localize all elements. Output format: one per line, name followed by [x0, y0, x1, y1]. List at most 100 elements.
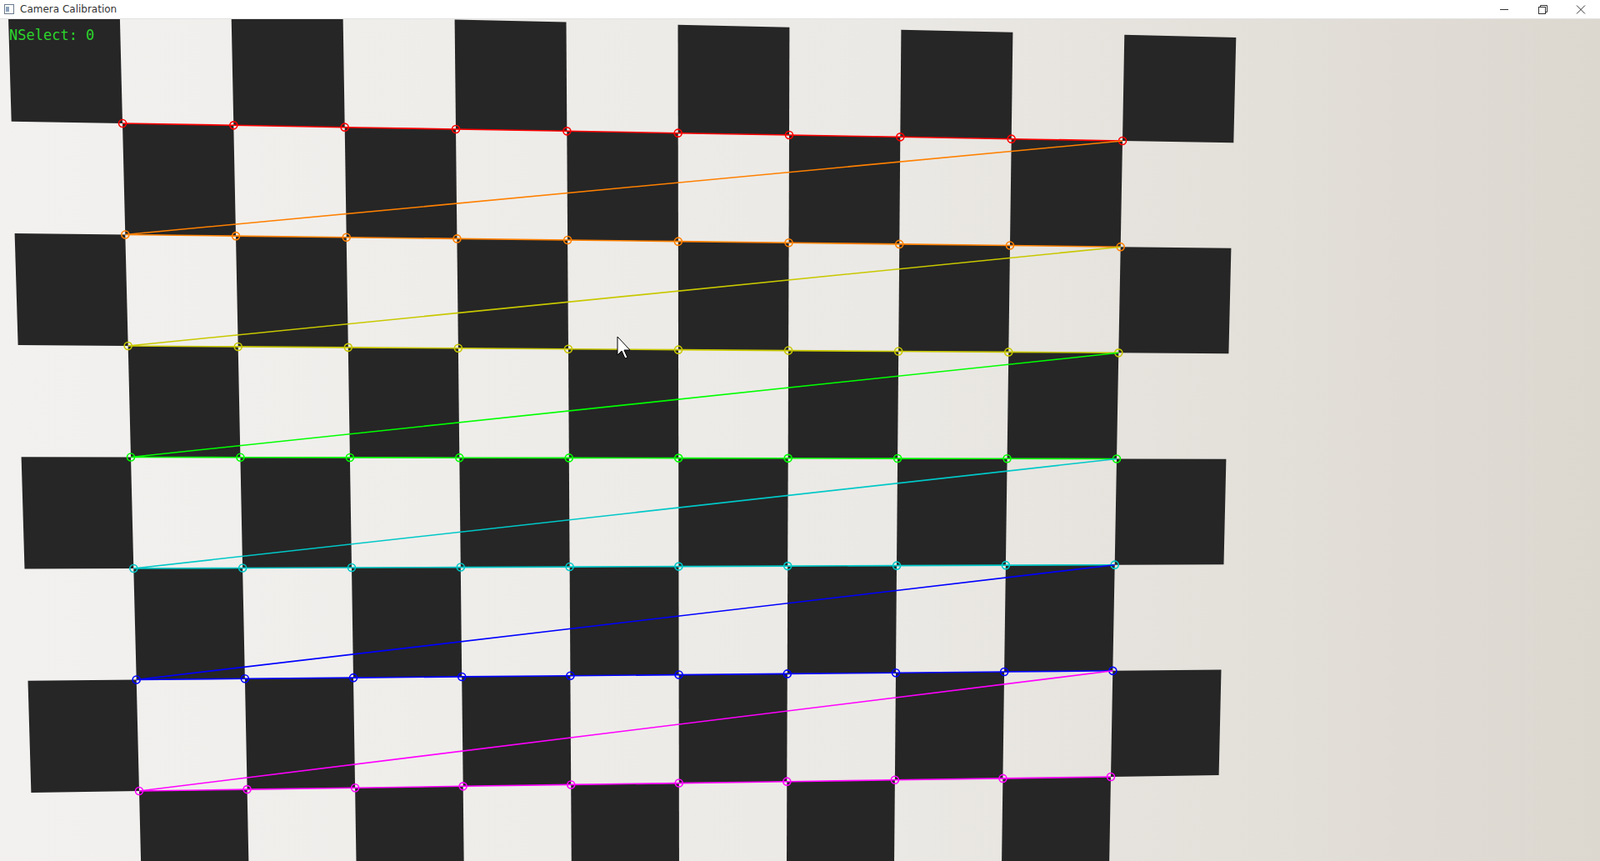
corner-row-line — [136, 565, 1115, 680]
corner-marker — [564, 236, 572, 245]
board-square — [570, 566, 680, 676]
corner-row-line — [130, 352, 1119, 459]
corner-marker — [563, 127, 571, 135]
corner-marker — [1007, 135, 1015, 143]
corner-marker — [345, 453, 354, 461]
corner-marker — [895, 240, 904, 248]
board-square — [240, 457, 352, 569]
board-square — [786, 780, 895, 861]
corner-marker — [783, 670, 791, 678]
board-square — [122, 123, 236, 236]
board-square — [348, 347, 460, 458]
board-square — [461, 675, 571, 787]
image-canvas[interactable]: NSelect: 0 — [0, 19, 1600, 861]
board-square — [231, 19, 345, 128]
mouse-pointer-icon — [617, 336, 630, 359]
board-square — [235, 235, 349, 348]
board-square — [1010, 139, 1123, 248]
restore-icon[interactable] — [1523, 0, 1562, 20]
corner-row-line — [125, 140, 1123, 247]
corner-marker — [458, 672, 466, 680]
corner-marker — [127, 453, 135, 461]
calibration-window: Camera Calibration NSelect: 0 — [0, 0, 1600, 861]
corner-marker — [230, 121, 238, 130]
corner-marker — [452, 125, 460, 134]
board-square — [1118, 246, 1231, 354]
corner-marker — [565, 454, 573, 462]
corner-row — [119, 120, 1127, 145]
corner-marker — [1005, 348, 1013, 356]
corner-marker — [675, 670, 683, 679]
board-square — [455, 20, 568, 132]
corner-marker — [342, 233, 350, 241]
board-square — [788, 350, 899, 459]
window-icon — [4, 4, 15, 15]
corner-marker — [119, 120, 127, 128]
corner-marker — [135, 787, 144, 795]
corner-marker — [344, 343, 352, 351]
corner-row — [121, 140, 1125, 251]
corner-marker — [232, 232, 240, 240]
corner-marker — [891, 669, 900, 677]
corner-row — [132, 565, 1117, 684]
board-square — [900, 30, 1013, 140]
corner-marker — [459, 782, 467, 790]
board-square — [566, 130, 679, 241]
corner-marker — [453, 235, 461, 243]
corner-marker — [675, 345, 683, 354]
corner-row — [130, 459, 1119, 573]
corner-marker — [890, 775, 899, 784]
window-title: Camera Calibration — [20, 3, 117, 15]
corner-row-line — [122, 123, 1123, 141]
title-bar: Camera Calibration — [0, 0, 1600, 20]
corner-row — [135, 670, 1115, 795]
corner-marker — [785, 239, 793, 247]
minimize-icon[interactable] — [1485, 0, 1524, 20]
board-square — [1122, 35, 1236, 144]
corner-row-line — [139, 670, 1113, 791]
corner-marker — [894, 455, 902, 463]
corner-marker — [347, 564, 355, 572]
board-square — [1115, 459, 1227, 565]
board-square — [456, 238, 569, 349]
corner-marker — [455, 454, 464, 462]
corner-marker — [567, 780, 575, 789]
corner-marker — [1107, 773, 1115, 781]
board-square — [898, 244, 1010, 353]
board-square — [789, 135, 901, 245]
board-square — [128, 345, 241, 458]
board-square — [568, 349, 679, 459]
corner-marker — [674, 237, 682, 245]
corner-row-line — [128, 246, 1121, 353]
board-square — [8, 19, 123, 124]
corner-marker — [130, 565, 138, 573]
corner-marker — [674, 129, 682, 137]
board-square — [895, 671, 1005, 780]
corner-marker — [456, 563, 465, 571]
chessboard-image — [0, 19, 1600, 861]
board-square — [678, 241, 790, 351]
corner-marker — [896, 133, 905, 141]
corner-marker — [1000, 668, 1009, 676]
board-square — [570, 783, 680, 861]
board-square — [459, 457, 570, 567]
corner-marker — [236, 453, 245, 461]
corner-marker — [132, 675, 140, 684]
board-square — [15, 233, 129, 346]
board-square — [139, 789, 250, 861]
board-square — [355, 785, 465, 861]
corner-marker — [351, 784, 360, 792]
corner-marker — [121, 230, 130, 239]
close-icon[interactable] — [1561, 0, 1600, 20]
board-square — [1007, 351, 1120, 459]
corner-marker — [895, 347, 903, 355]
board-square — [133, 568, 245, 680]
board-square — [1004, 565, 1115, 672]
corner-marker — [240, 675, 249, 683]
corner-row — [124, 246, 1123, 357]
board-square — [678, 458, 789, 567]
board-square — [351, 567, 462, 679]
corner-marker — [1001, 561, 1010, 570]
corner-marker — [565, 563, 574, 571]
corner-marker — [675, 779, 683, 787]
